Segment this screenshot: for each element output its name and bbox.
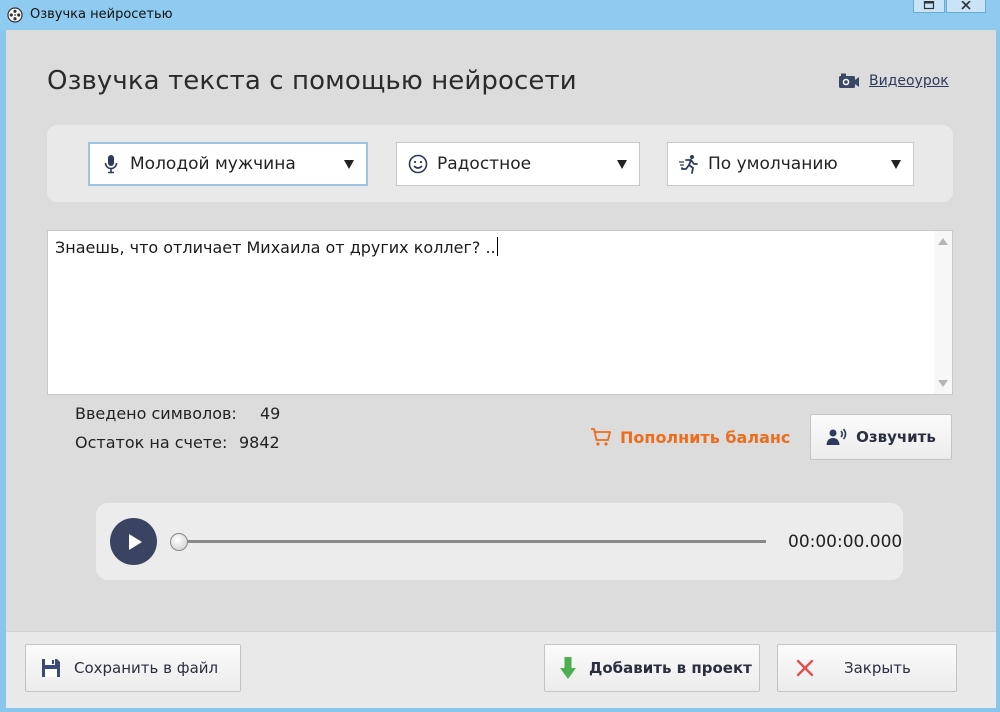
chevron-down-icon bbox=[617, 159, 627, 169]
window-title: Озвучка нейросетью bbox=[30, 7, 173, 22]
balance-label: Остаток на счете: bbox=[75, 433, 228, 452]
save-to-file-button[interactable]: Сохранить в файл bbox=[25, 644, 241, 692]
chars-count-label: Введено символов: bbox=[75, 404, 237, 423]
shopping-cart-icon bbox=[591, 428, 611, 446]
running-man-icon bbox=[678, 153, 700, 175]
topup-balance-label: Пополнить баланс bbox=[620, 427, 791, 447]
speaking-person-icon bbox=[826, 428, 847, 445]
film-reel-icon bbox=[7, 7, 23, 23]
speed-dropdown[interactable]: По умолчанию bbox=[667, 142, 914, 186]
voice-settings-panel: Молодой мужчина Радостное По умолчанию bbox=[47, 125, 953, 202]
close-dialog-label: Закрыть bbox=[844, 659, 911, 677]
balance-value: 9842 bbox=[239, 433, 280, 452]
vertical-scrollbar[interactable] bbox=[934, 231, 952, 394]
emotion-value: Радостное bbox=[437, 154, 532, 174]
maximize-icon bbox=[923, 1, 935, 10]
chars-count-row: Введено символов: 49 bbox=[75, 404, 280, 423]
voice-button[interactable]: Озвучить bbox=[810, 414, 952, 460]
text-value: Знаешь, что отличает Михаила от других к… bbox=[55, 238, 496, 257]
close-x-icon bbox=[796, 659, 814, 677]
balance-row: Остаток на счете: 9842 bbox=[75, 433, 280, 452]
audio-player: 00:00:00.000 bbox=[96, 503, 903, 580]
floppy-disk-icon bbox=[40, 657, 62, 679]
save-to-file-label: Сохранить в файл bbox=[74, 659, 219, 677]
playback-time: 00:00:00.000 bbox=[788, 532, 903, 552]
download-arrow-icon bbox=[559, 656, 577, 680]
scroll-up-icon[interactable] bbox=[938, 238, 948, 245]
window-titlebar: Озвучка нейросетью bbox=[0, 0, 1000, 30]
scroll-down-icon[interactable] bbox=[938, 380, 948, 387]
chevron-down-icon bbox=[344, 159, 354, 169]
text-content[interactable]: Знаешь, что отличает Михаила от других к… bbox=[55, 237, 498, 257]
close-icon bbox=[961, 1, 971, 10]
voice-dropdown[interactable]: Молодой мужчина bbox=[88, 142, 368, 186]
play-icon bbox=[129, 533, 142, 550]
add-to-project-button[interactable]: Добавить в проект bbox=[544, 644, 760, 692]
page-title: Озвучка текста с помощью нейросети bbox=[47, 66, 577, 96]
camera-icon bbox=[839, 73, 859, 88]
playback-slider-handle[interactable] bbox=[170, 533, 188, 551]
voice-button-label: Озвучить bbox=[856, 428, 936, 446]
window-close-button[interactable] bbox=[946, 0, 986, 13]
voice-value: Молодой мужчина bbox=[130, 154, 296, 174]
chars-count-value: 49 bbox=[260, 404, 281, 423]
topup-balance-link[interactable]: Пополнить баланс bbox=[590, 427, 790, 447]
dialog-footer: Сохранить в файл Добавить в проект Закры… bbox=[6, 631, 996, 708]
text-input[interactable]: Знаешь, что отличает Михаила от других к… bbox=[47, 230, 953, 395]
microphone-icon bbox=[100, 153, 122, 175]
speed-value: По умолчанию bbox=[708, 154, 838, 174]
maximize-button[interactable] bbox=[913, 0, 945, 13]
playback-track[interactable] bbox=[178, 540, 766, 543]
dialog-body: Озвучка текста с помощью нейросети Видео… bbox=[6, 30, 996, 708]
text-caret bbox=[496, 237, 498, 256]
chevron-down-icon bbox=[891, 159, 901, 169]
smiley-face-icon bbox=[407, 153, 429, 175]
emotion-dropdown[interactable]: Радостное bbox=[396, 142, 640, 186]
add-to-project-label: Добавить в проект bbox=[589, 659, 752, 677]
video-tutorial-label[interactable]: Видеоурок bbox=[869, 73, 949, 89]
close-dialog-button[interactable]: Закрыть bbox=[777, 644, 957, 692]
video-tutorial-link[interactable]: Видеоурок bbox=[838, 72, 949, 90]
play-button[interactable] bbox=[110, 518, 157, 565]
